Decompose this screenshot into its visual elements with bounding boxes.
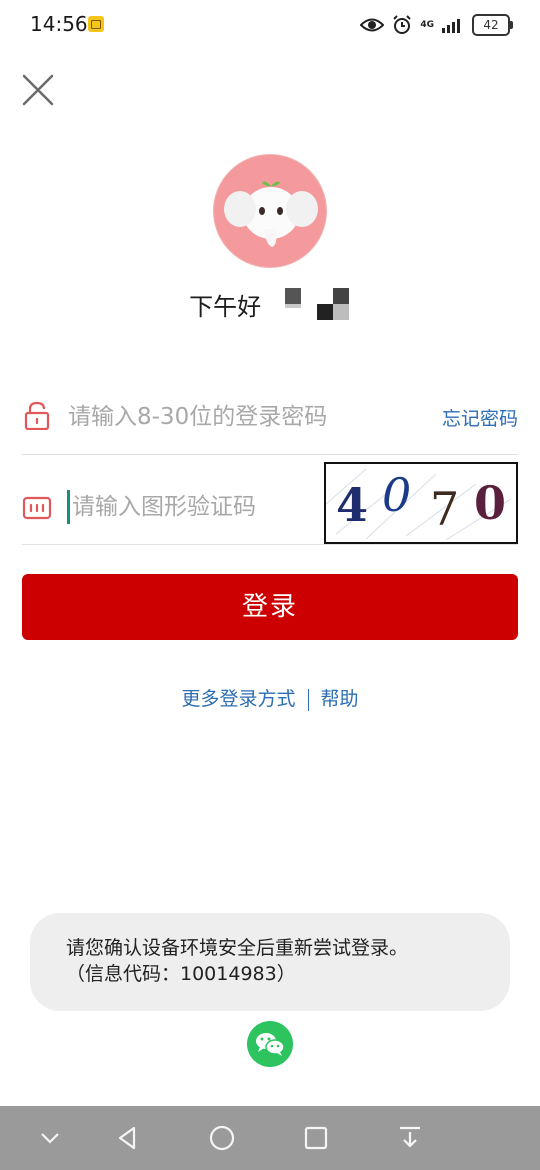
battery-indicator: 42	[472, 14, 513, 36]
captcha-image[interactable]: 4 0 7 0	[324, 462, 518, 544]
signal-icon	[442, 19, 460, 33]
eye-icon	[360, 18, 385, 32]
captcha-char: 0	[382, 468, 412, 522]
network-type: 4G	[420, 19, 434, 30]
nav-recent-button[interactable]	[300, 1122, 332, 1154]
toast-message: 请您确认设备环境安全后重新尝试登录。 （信息代码：10014983）	[30, 913, 510, 1011]
home-circle-icon	[209, 1125, 235, 1151]
status-icons: 4G 42	[360, 14, 513, 36]
system-nav-bar	[0, 1106, 540, 1170]
password-input[interactable]	[68, 400, 408, 434]
nav-more-button[interactable]	[394, 1122, 426, 1154]
captcha-icon	[22, 496, 52, 520]
pull-down-icon	[400, 1126, 420, 1148]
lock-icon	[24, 401, 50, 430]
login-button[interactable]: 登录	[22, 574, 518, 640]
help-link[interactable]: 帮助	[321, 688, 359, 710]
greeting: 下午好	[0, 286, 540, 322]
elephant-mascot-icon	[224, 181, 318, 247]
chevron-down-icon	[41, 1133, 59, 1144]
captcha-char: 0	[474, 476, 507, 530]
wechat-login-button[interactable]	[247, 1021, 293, 1067]
nav-home-button[interactable]	[206, 1122, 238, 1154]
forgot-password-link[interactable]: 忘记密码	[442, 404, 518, 431]
captcha-row: 4 0 7 0	[22, 462, 518, 545]
back-triangle-icon	[118, 1126, 136, 1150]
toast-line-2: （信息代码：10014983）	[66, 963, 296, 985]
captcha-input[interactable]	[72, 490, 292, 524]
toast-line-1: 请您确认设备环境安全后重新尝试登录。	[66, 937, 409, 959]
captcha-char: 7	[430, 482, 460, 536]
link-divider	[307, 688, 309, 711]
login-links: 更多登录方式 帮助	[0, 684, 540, 711]
masked-username	[281, 286, 351, 322]
nav-back-button[interactable]	[112, 1122, 144, 1154]
notification-icon	[88, 16, 104, 32]
nav-hide-button[interactable]	[34, 1122, 66, 1154]
avatar	[213, 154, 327, 268]
greeting-text: 下午好	[189, 292, 262, 321]
close-icon	[22, 74, 54, 106]
close-button[interactable]	[18, 70, 58, 110]
captcha-char: 4	[336, 478, 369, 532]
status-bar: 14:56 4G 42	[0, 0, 540, 52]
wechat-icon	[256, 1033, 285, 1056]
recent-square-icon	[304, 1126, 328, 1150]
alarm-icon	[393, 15, 412, 34]
text-cursor	[67, 490, 70, 524]
password-row: 忘记密码	[22, 372, 518, 455]
status-time: 14:56	[30, 12, 88, 36]
more-login-methods-link[interactable]: 更多登录方式	[181, 688, 295, 710]
